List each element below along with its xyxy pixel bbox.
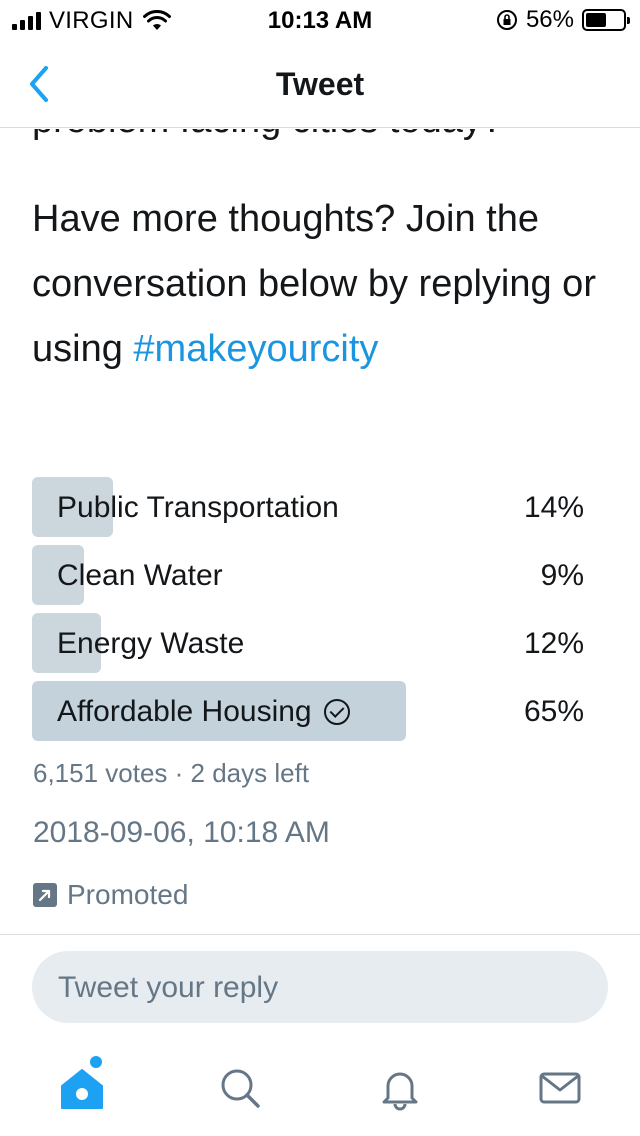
poll-option-percent: 9%: [540, 559, 584, 592]
tab-search[interactable]: [214, 1062, 266, 1114]
poll-option-percent: 65%: [523, 695, 584, 728]
search-icon: [221, 1069, 260, 1108]
poll-option-label: Affordable Housing: [57, 695, 312, 728]
poll-option-percent: 14%: [523, 491, 584, 524]
bell-icon: [382, 1072, 418, 1111]
battery-percent: 56%: [525, 6, 574, 33]
reply-placeholder: Tweet your reply: [58, 971, 279, 1004]
poll-option-winner: Affordable Housing 65%: [32, 681, 592, 741]
status-bar: VIRGIN 10:13 AM 56%: [0, 0, 640, 40]
tab-notifications[interactable]: [374, 1062, 426, 1114]
poll-option-label: Energy Waste: [57, 627, 245, 660]
orientation-lock-icon: [496, 10, 517, 30]
hashtag-link[interactable]: #makeyourcity: [133, 328, 378, 370]
tweet-text-partial: problem facing cities today?: [32, 129, 503, 143]
tab-bar: [0, 1040, 640, 1136]
poll-meta: 6,151 votes · 2 days left: [33, 758, 310, 788]
battery-icon: [582, 9, 630, 31]
poll-option: Public Transportation 14%: [32, 477, 592, 537]
home-icon: [61, 1069, 103, 1109]
reply-input[interactable]: Tweet your reply: [32, 951, 608, 1023]
tweet-timestamp: 2018-09-06, 10:18 AM: [33, 816, 330, 849]
divider: [0, 934, 640, 935]
tab-home[interactable]: [56, 1062, 108, 1114]
battery-info: 56%: [496, 6, 630, 34]
promoted-text: Promoted: [67, 879, 189, 910]
poll-option: Clean Water 9%: [32, 545, 592, 605]
navigation-bar: Tweet: [0, 40, 640, 128]
poll-option-percent: 12%: [523, 627, 584, 660]
poll-option: Energy Waste 12%: [32, 613, 592, 673]
promoted-label: Promoted: [33, 879, 188, 911]
tab-messages[interactable]: [534, 1062, 586, 1114]
battery-level: [586, 13, 607, 27]
promoted-icon: [33, 883, 57, 907]
tweet-text: Have more thoughts? Join the conversatio…: [32, 187, 612, 382]
mail-icon: [539, 1072, 581, 1104]
tweet-detail: problem facing cities today? Have more t…: [0, 129, 640, 935]
poll-option-label: Clean Water: [57, 559, 223, 592]
page-title: Tweet: [275, 66, 365, 102]
check-circle-icon: [323, 699, 350, 725]
poll: Public Transportation 14% Clean Water 9%…: [32, 477, 592, 749]
notification-dot: [90, 1056, 102, 1068]
poll-option-label: Public Transportation: [57, 491, 339, 524]
